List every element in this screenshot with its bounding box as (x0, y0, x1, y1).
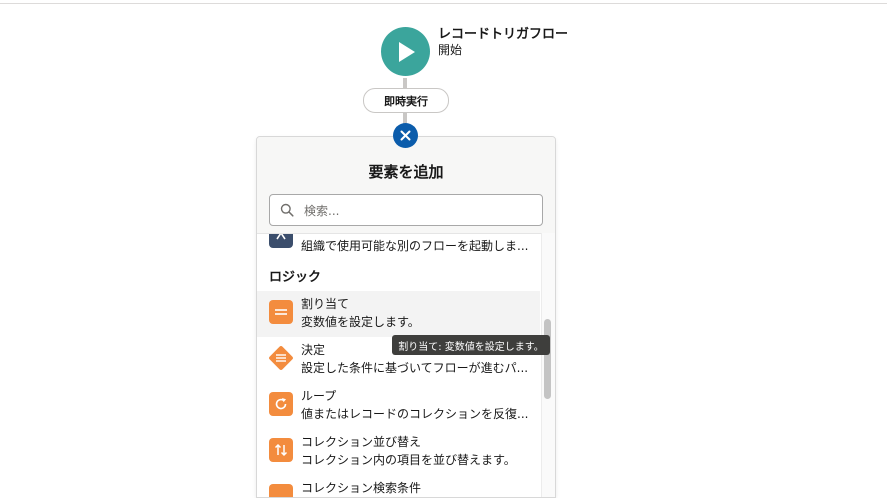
list-item-title: ループ (301, 389, 337, 403)
list-item-collection-sort[interactable]: コレクション並び替え コレクション内の項目を並び替えます。 (257, 429, 540, 475)
list-item-desc: 設定した条件に基づいてフローが進むパ... (301, 361, 529, 375)
element-list[interactable]: 組織で使用可能な別のフローを起動しま... ロジック 割り当て 変数値を設定しま… (257, 233, 541, 497)
loop-icon (269, 392, 293, 416)
panel-title: 要素を追加 (368, 163, 444, 181)
list-item-loop[interactable]: ループ 値またはレコードのコレクションを反復... (257, 383, 540, 429)
list-item-title: コレクション検索条件 (301, 481, 422, 495)
list-item-assignment[interactable]: 割り当て 変数値を設定します。 (257, 291, 540, 337)
list-item-title: 決定 (301, 343, 326, 357)
top-border (0, 0, 887, 4)
list-item-subflow[interactable]: 組織で使用可能な別のフローを起動しま... (257, 234, 540, 261)
start-node-subtitle: 開始 (438, 43, 463, 57)
list-item-desc: 変数値を設定します。 (301, 315, 420, 329)
tooltip: 割り当て: 変数値を設定します。 (392, 335, 550, 355)
start-node-title: レコードトリガフロー (438, 27, 569, 42)
add-element-panel: 要素を追加 組織で使用可能な別のフローを起動しま... ロジック (256, 136, 556, 498)
list-item-title: 割り当て (301, 297, 350, 311)
search-box[interactable] (269, 194, 543, 226)
list-item-collection-filter[interactable]: コレクション検索条件 (257, 475, 540, 497)
close-panel-button[interactable] (393, 123, 418, 148)
decision-icon (269, 346, 293, 370)
list-item-desc: 組織で使用可能な別のフローを起動しま... (301, 239, 529, 253)
list-item-desc: コレクション内の項目を並び替えます。 (301, 453, 516, 467)
path-label[interactable]: 即時実行 (363, 88, 449, 113)
play-icon (398, 41, 415, 62)
subflow-icon (269, 234, 293, 248)
close-icon (400, 130, 411, 141)
collection-sort-icon (269, 438, 293, 462)
section-label-logic: ロジック (269, 270, 322, 285)
assignment-icon (269, 300, 293, 324)
search-input[interactable] (302, 199, 538, 223)
panel-header: 要素を追加 (257, 137, 555, 233)
list-item-desc: 値またはレコードのコレクションを反復... (301, 407, 529, 421)
list-item-title: コレクション並び替え (301, 435, 422, 449)
scrollbar-thumb[interactable] (544, 319, 551, 399)
start-node[interactable] (381, 27, 430, 76)
search-icon (280, 203, 294, 217)
